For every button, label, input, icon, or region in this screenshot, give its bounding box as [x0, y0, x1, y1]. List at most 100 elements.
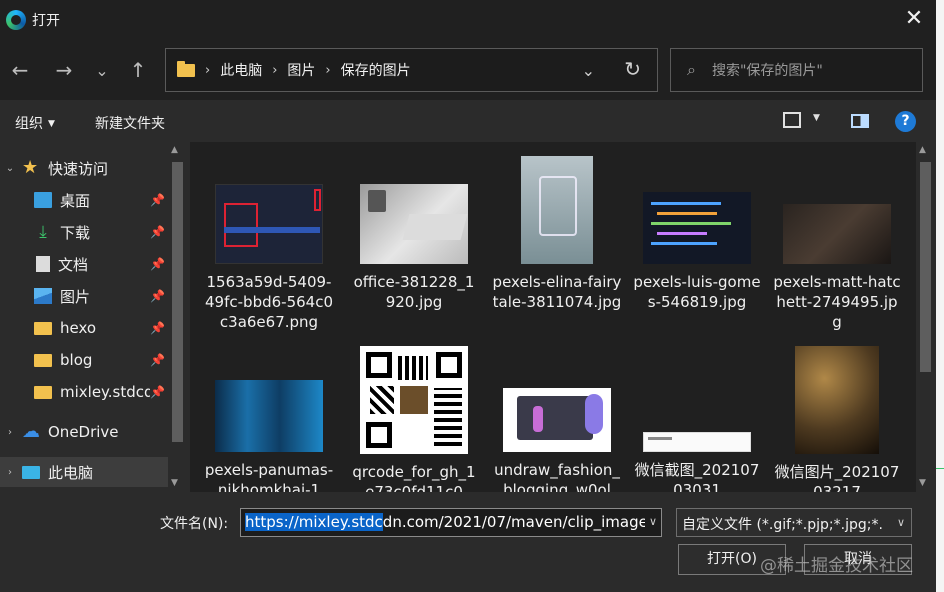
- help-icon[interactable]: ?: [895, 111, 916, 132]
- preview-pane-icon[interactable]: [851, 114, 869, 128]
- chevron-right-icon[interactable]: ›: [4, 467, 16, 478]
- file-item[interactable]: pexels-matt-hatchett-2749495.jpg: [772, 204, 902, 332]
- filename-selected-text: https://mixley.stdc: [245, 513, 383, 531]
- sidebar-item-quick-access[interactable]: ⌄ ★ 快速访问: [0, 153, 170, 183]
- view-mode-icon[interactable]: [783, 112, 801, 128]
- chevron-down-icon[interactable]: ▼: [813, 113, 820, 123]
- file-type-value: 自定义文件 (*.gif;*.pjp;*.jpg;*.: [682, 517, 883, 533]
- recent-locations-button[interactable]: ⌄: [90, 58, 114, 82]
- image-thumbnail: [360, 184, 468, 264]
- sidebar-item-label: OneDrive: [48, 423, 119, 441]
- scrollbar-thumb[interactable]: [172, 162, 183, 442]
- sidebar-item-pictures[interactable]: 图片 📌: [0, 281, 170, 311]
- address-dropdown-icon[interactable]: ⌄: [582, 61, 595, 80]
- watermark: @稀土掘金技术社区: [760, 556, 913, 576]
- filename-input[interactable]: https://mixley.stdcdn.com/2021/07/maven/…: [240, 508, 662, 537]
- scroll-up-icon[interactable]: ▲: [919, 145, 926, 155]
- breadcrumb-separator: ›: [272, 62, 278, 78]
- chevron-down-icon: ▼: [48, 119, 55, 129]
- sidebar-item-label: 此电脑: [48, 463, 94, 482]
- pin-icon: 📌: [150, 353, 165, 367]
- chevron-right-icon[interactable]: ›: [4, 427, 16, 438]
- scrollbar-thumb[interactable]: [920, 162, 931, 372]
- image-thumbnail: [521, 156, 593, 264]
- file-item[interactable]: qrcode_for_gh_1e73c0fd11c0: [349, 346, 479, 492]
- file-item[interactable]: 微信截图_20210703031: [632, 432, 762, 492]
- scroll-up-icon[interactable]: ▲: [171, 145, 178, 155]
- folder-icon: [34, 385, 52, 399]
- edge-icon: [6, 10, 26, 30]
- search-placeholder: 搜索"保存的图片": [711, 63, 823, 79]
- qrcode-thumbnail: [360, 346, 468, 454]
- pin-icon: 📌: [150, 257, 165, 271]
- pictures-icon: [34, 288, 52, 304]
- file-item[interactable]: undraw_fashion_blogging_w0ol: [492, 388, 622, 492]
- pin-icon: 📌: [150, 193, 165, 207]
- image-thumbnail: [795, 346, 879, 454]
- organize-button[interactable]: 组织 ▼: [15, 113, 55, 133]
- sidebar-item-blog[interactable]: blog 📌: [0, 345, 170, 375]
- file-item[interactable]: office-381228_1920.jpg: [349, 184, 479, 312]
- pin-icon: 📌: [150, 225, 165, 239]
- chevron-down-icon[interactable]: ⌄: [4, 163, 16, 174]
- pin-icon: 📌: [150, 289, 165, 303]
- sidebar-item-desktop[interactable]: 桌面 📌: [0, 185, 170, 215]
- scroll-down-icon[interactable]: ▼: [919, 478, 926, 488]
- scroll-down-icon[interactable]: ▼: [171, 478, 178, 488]
- sidebar-item-downloads[interactable]: ⤓ 下载 📌: [0, 217, 170, 247]
- file-name: 微信截图_20210703031: [634, 461, 760, 492]
- refresh-icon[interactable]: ↻: [624, 57, 641, 81]
- folder-icon: [34, 321, 52, 335]
- sidebar-item-documents[interactable]: 文档 📌: [0, 249, 170, 279]
- sidebar-item-this-pc[interactable]: › 此电脑: [0, 457, 170, 487]
- breadcrumb-pictures[interactable]: 图片: [287, 60, 315, 80]
- image-thumbnail: [643, 432, 751, 452]
- sidebar-item-label: 快速访问: [48, 159, 109, 178]
- sidebar-item-mixley[interactable]: mixley.stdcdn: [0, 377, 150, 407]
- file-name: undraw_fashion_blogging_w0ol: [494, 461, 620, 492]
- file-item[interactable]: pexels-panumas-nikhomkhai-1: [204, 380, 334, 492]
- sidebar-item-label: mixley.stdcdn: [60, 383, 150, 401]
- filename-text: dn.com/2021/07/maven/clip_image: [382, 513, 648, 531]
- up-button[interactable]: ↑: [126, 58, 150, 82]
- address-bar[interactable]: › 此电脑 › 图片 › 保存的图片 ⌄ ↻: [165, 48, 658, 92]
- forward-button[interactable]: →: [52, 58, 76, 82]
- search-input[interactable]: ⌕ 搜索"保存的图片": [670, 48, 923, 92]
- file-name: qrcode_for_gh_1e73c0fd11c0: [352, 463, 476, 492]
- pin-icon: 📌: [150, 321, 165, 335]
- close-button[interactable]: ✕: [902, 8, 926, 32]
- back-button[interactable]: ←: [8, 58, 32, 82]
- breadcrumb-this-pc[interactable]: 此电脑: [220, 60, 262, 80]
- file-name: 微信图片_20210703217: [774, 463, 900, 492]
- file-item[interactable]: 微信图片_20210703217: [772, 346, 902, 492]
- sidebar-item-label: blog: [60, 351, 93, 369]
- pin-icon: 📌: [150, 385, 165, 399]
- toolbar: 组织 ▼ 新建文件夹 ▼ ?: [0, 100, 936, 142]
- sidebar-scrollbar[interactable]: ▲ ▼: [168, 142, 186, 492]
- navigation-pane: ⌄ ★ 快速访问 桌面 📌 ⤓ 下载 📌 文档 📌 图片 📌 hexo 📌 bl…: [0, 142, 187, 492]
- new-folder-button[interactable]: 新建文件夹: [95, 113, 165, 133]
- sidebar-item-hexo[interactable]: hexo 📌: [0, 313, 170, 343]
- file-type-select[interactable]: 自定义文件 (*.gif;*.pjp;*.jpg;*. ∨: [676, 508, 912, 537]
- file-name: 1563a59d-5409-49fc-bbd6-564c0c3a6e67.png: [205, 273, 333, 331]
- file-list: 1563a59d-5409-49fc-bbd6-564c0c3a6e67.png…: [190, 142, 916, 492]
- file-item[interactable]: pexels-elina-fairytale-3811074.jpg: [492, 156, 622, 312]
- file-item[interactable]: 1563a59d-5409-49fc-bbd6-564c0c3a6e67.png: [204, 184, 334, 332]
- content-scrollbar[interactable]: ▲ ▼: [916, 142, 934, 492]
- file-name: office-381228_1920.jpg: [353, 273, 475, 311]
- image-thumbnail: [643, 192, 751, 264]
- breadcrumb-saved-pictures[interactable]: 保存的图片: [341, 60, 411, 80]
- sidebar-item-label: 桌面: [60, 191, 91, 210]
- breadcrumb-separator: ›: [205, 62, 211, 78]
- sidebar-item-label: 文档: [58, 255, 89, 274]
- file-item[interactable]: pexels-luis-gomes-546819.jpg: [632, 192, 762, 312]
- sidebar-item-onedrive[interactable]: › ☁ OneDrive: [0, 417, 170, 447]
- image-thumbnail: [503, 388, 611, 452]
- breadcrumb-separator: ›: [325, 62, 331, 78]
- chevron-down-icon[interactable]: ∨: [644, 515, 657, 528]
- computer-icon: [22, 465, 40, 479]
- cloud-icon: ☁: [22, 421, 40, 442]
- document-icon: [36, 256, 50, 272]
- sidebar-item-label: 下载: [60, 223, 91, 242]
- folder-icon: [177, 60, 195, 77]
